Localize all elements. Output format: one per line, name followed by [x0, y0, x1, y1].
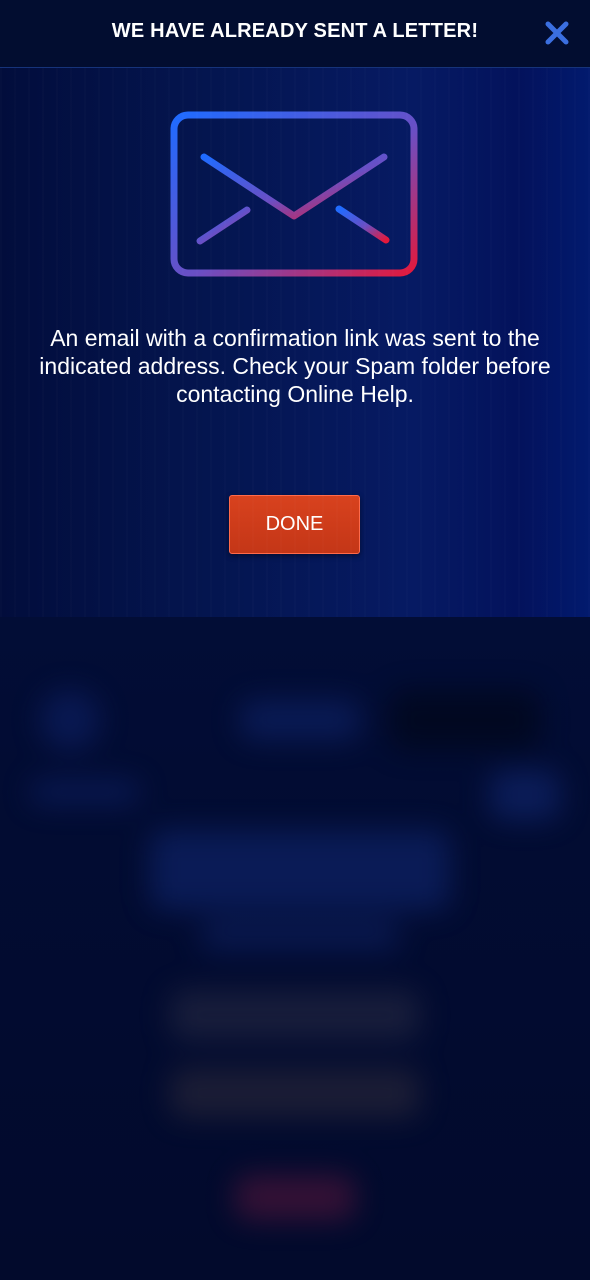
envelope-icon	[170, 111, 418, 277]
blurred-element	[200, 920, 400, 950]
blurred-element	[40, 690, 100, 750]
page: WE HAVE ALREADY SENT A LETTER! An email …	[0, 0, 590, 1280]
blurred-element	[30, 780, 140, 804]
blurred-element	[490, 770, 560, 820]
blurred-element	[235, 1175, 355, 1220]
close-button[interactable]	[544, 20, 570, 46]
confirmation-message: An email with a confirmation link was se…	[39, 325, 551, 407]
confirmation-modal: WE HAVE ALREADY SENT A LETTER! An email …	[0, 0, 590, 617]
modal-header: WE HAVE ALREADY SENT A LETTER!	[0, 0, 590, 68]
blurred-element	[170, 1068, 420, 1118]
blurred-element	[390, 690, 540, 750]
modal-title: WE HAVE ALREADY SENT A LETTER!	[111, 20, 479, 42]
blurred-element	[240, 700, 360, 740]
close-icon	[545, 21, 569, 45]
blurred-element	[150, 830, 450, 910]
done-button[interactable]: DONE	[229, 495, 360, 554]
blurred-element	[170, 990, 420, 1040]
